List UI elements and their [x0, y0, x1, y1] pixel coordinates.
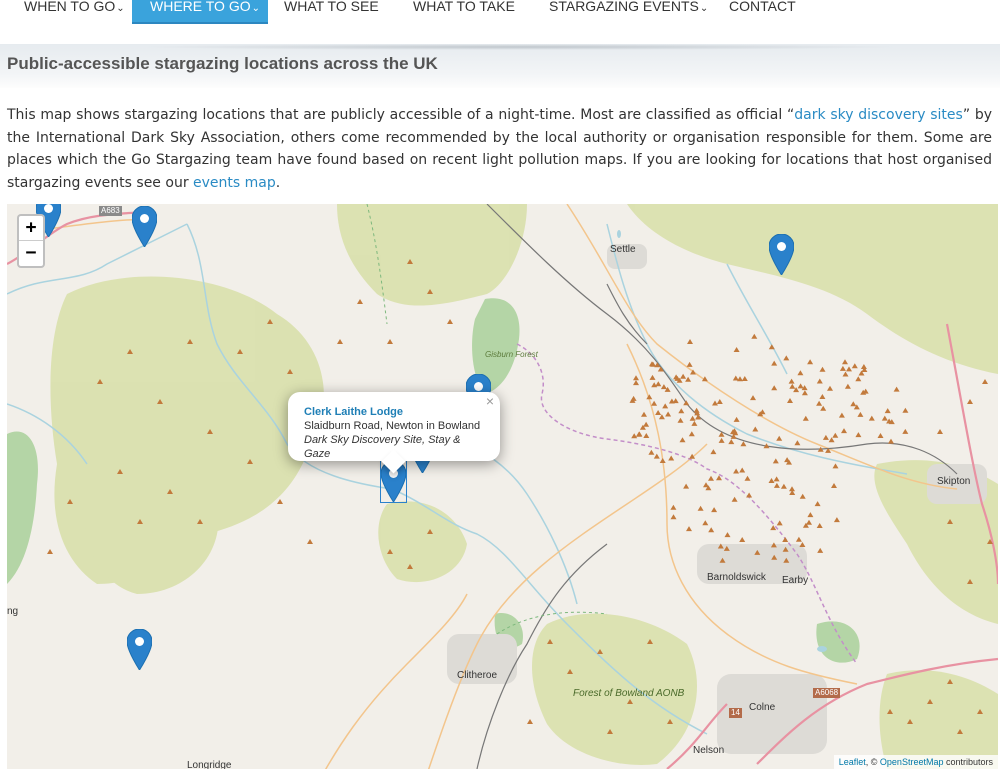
nav-item-where-to-go[interactable]: WHERE TO GO⌄ — [132, 0, 268, 24]
map-marker-pin-icon[interactable] — [126, 628, 153, 671]
dark-sky-discovery-sites-link[interactable]: dark sky discovery sites — [794, 107, 963, 123]
attribution-contributors: contributors — [943, 757, 993, 767]
chevron-down-icon: ⌄ — [251, 3, 260, 14]
map-marker-pin-icon[interactable] — [768, 233, 795, 276]
nav-item-contact[interactable]: CONTACT — [729, 0, 796, 22]
forest-label-gisburn: Gisburn Forest — [485, 350, 538, 359]
popup-close-icon[interactable]: × — [486, 394, 494, 408]
openstreetmap-link[interactable]: OpenStreetMap — [880, 757, 944, 767]
place-label-colne: Colne — [749, 702, 776, 713]
nav-label: STARGAZING EVENTS — [549, 0, 699, 14]
intro-text-1: This map shows stargazing locations that… — [7, 107, 795, 123]
main-navigation: WHEN TO GO⌄ WHERE TO GO⌄ WHAT TO SEE WHA… — [0, 0, 1000, 24]
road-label-a6068: A6068 — [813, 688, 841, 698]
place-label-clitheroe: Clitheroe — [457, 670, 498, 681]
nav-label: CONTACT — [729, 0, 796, 14]
place-label-barnoldswick: Barnoldswick — [707, 572, 766, 583]
chevron-down-icon: ⌄ — [116, 3, 125, 14]
nav-item-when-to-go[interactable]: WHEN TO GO⌄ — [24, 0, 125, 22]
map-attribution: Leaflet, © OpenStreetMap contributors — [833, 755, 998, 769]
road-label-a683: A683 — [99, 206, 122, 216]
page-title: Public-accessible stargazing locations a… — [7, 54, 438, 73]
zoom-out-button[interactable]: − — [19, 241, 43, 266]
leaflet-link[interactable]: Leaflet — [839, 757, 866, 767]
location-popup: × Clerk Laithe Lodge Slaidburn Road, New… — [288, 392, 500, 474]
road-label-junction-14: 14 — [729, 708, 742, 718]
nav-label: WHAT TO TAKE — [413, 0, 515, 14]
events-map-link[interactable]: events map — [193, 175, 276, 191]
attribution-separator: , © — [865, 757, 880, 767]
nav-item-what-to-take[interactable]: WHAT TO TAKE — [413, 0, 515, 22]
nav-label: WHAT TO SEE — [284, 0, 379, 14]
zoom-in-button[interactable]: + — [19, 216, 43, 241]
intro-paragraph: This map shows stargazing locations that… — [7, 104, 992, 194]
place-label-earby: Earby — [782, 575, 809, 586]
map-marker-pin-icon[interactable] — [131, 205, 158, 248]
place-label-nelson: Nelson — [693, 745, 725, 756]
map-tiles[interactable] — [7, 204, 998, 769]
place-label-skipton: Skipton — [937, 476, 971, 487]
intro-text-3: . — [275, 174, 281, 191]
popup-title[interactable]: Clerk Laithe Lodge — [304, 405, 484, 419]
place-label-longridge: Longridge — [187, 760, 232, 769]
aonb-label-forest-of-bowland: Forest of Bowland AONB — [573, 688, 684, 700]
zoom-control: + − — [17, 214, 45, 268]
nav-label: WHEN TO GO — [24, 0, 116, 14]
stargazing-map[interactable]: Settle Skipton Barnoldswick Earby Clithe… — [7, 204, 998, 769]
nav-item-stargazing-events[interactable]: STARGAZING EVENTS⌄ — [549, 0, 708, 22]
popup-address: Slaidburn Road, Newton in Bowland — [304, 420, 481, 432]
place-label-settle: Settle — [610, 244, 636, 255]
nav-label: WHERE TO GO — [150, 0, 251, 14]
nav-item-what-to-see[interactable]: WHAT TO SEE — [284, 0, 379, 22]
place-label-edge: ng — [7, 606, 19, 617]
chevron-down-icon: ⌄ — [699, 3, 709, 14]
